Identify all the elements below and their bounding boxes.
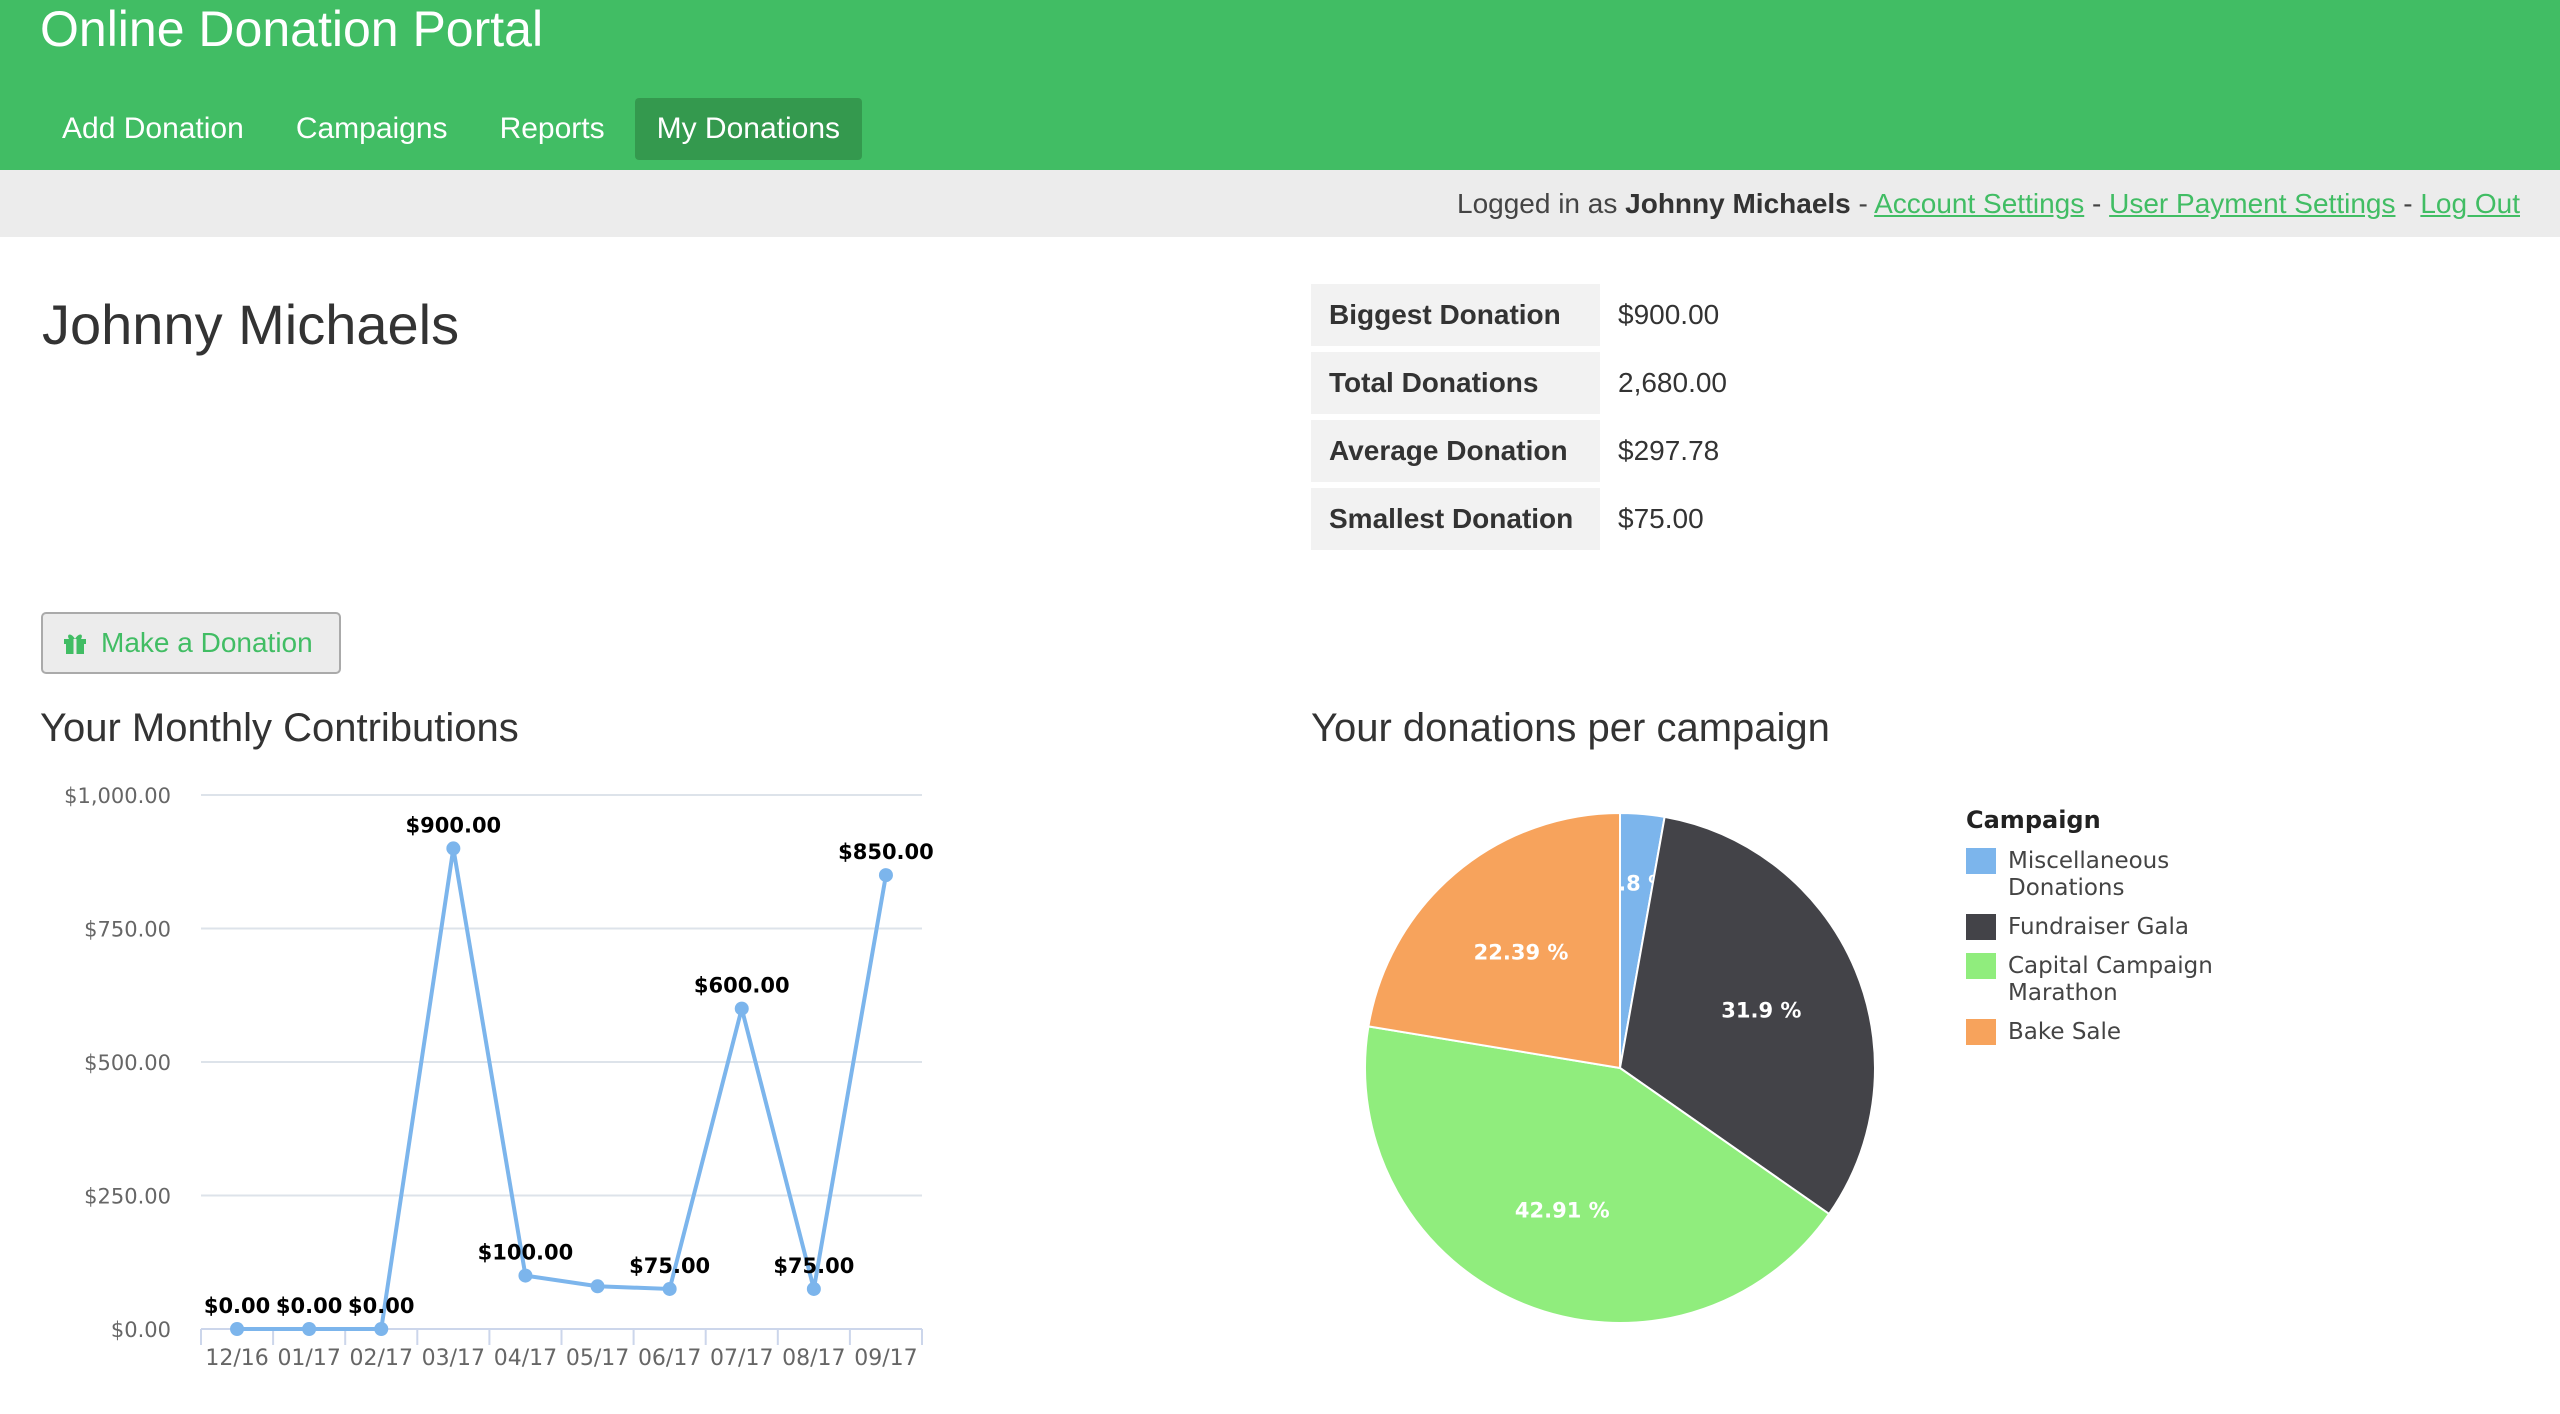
legend-label: Bake Sale [2008, 1019, 2122, 1045]
user-status: Logged in as Johnny Michaels - Account S… [1457, 170, 2520, 237]
data-point [806, 1281, 821, 1296]
data-point [446, 841, 461, 856]
slice-label: 42.91 % [1515, 1199, 1610, 1223]
data-point [662, 1281, 677, 1296]
stat-value: $297.78 [1618, 435, 1720, 466]
data-point [590, 1279, 605, 1294]
stats-table: Biggest Donation $900.00 Total Donations 2… [1311, 284, 1727, 556]
app-title: Online Donation Portal [40, 1, 544, 57]
campaign-pie-chart: 2.8 %31.9 %42.91 %22.39 % [1364, 811, 1876, 1324]
data-label: $850.00 [838, 840, 934, 864]
make-donation-button[interactable]: Make a Donation [41, 612, 341, 674]
legend-title: Campaign [1966, 806, 2101, 834]
stat-row: Biggest Donation $900.00 [1311, 284, 1727, 352]
x-tick-label: 08/17 [782, 1346, 845, 1371]
legend-swatch [1966, 953, 1996, 979]
data-label: $100.00 [478, 1241, 574, 1265]
user-payment-settings-link[interactable]: User Payment Settings [2109, 188, 2395, 219]
data-point [374, 1322, 389, 1336]
stat-row: Smallest Donation $75.00 [1311, 488, 1727, 556]
legend-label: Capital Campaign Marathon [2008, 953, 2213, 1006]
monthly-line-chart: $0.00 $250.00 $500.00 $750.00 $1,000.00 12/16… [64, 784, 934, 1371]
nav-add-donation[interactable]: Add Donation [40, 98, 266, 160]
x-tick-label: 04/17 [494, 1346, 557, 1371]
stat-value: 2,680.00 [1618, 367, 1727, 398]
legend-swatch [1966, 914, 1996, 940]
y-tick-label: $250.00 [84, 1185, 171, 1209]
make-donation-label: Make a Donation [101, 627, 313, 658]
data-point [302, 1322, 317, 1336]
separator: - [1858, 188, 1868, 219]
data-label: $0.00 [348, 1294, 414, 1318]
y-tick-label: $1,000.00 [64, 784, 171, 808]
stat-label: Smallest Donation [1311, 488, 1600, 556]
data-point [734, 1001, 749, 1016]
data-label: $75.00 [773, 1254, 854, 1278]
legend-item[interactable]: Capital Campaign Marathon [1966, 953, 2326, 1007]
stat-row: Total Donations 2,680.00 [1311, 352, 1727, 420]
x-tick-label: 03/17 [422, 1346, 485, 1371]
stat-label: Biggest Donation [1311, 284, 1600, 352]
x-tick-label: 12/16 [205, 1346, 268, 1371]
monthly-contributions-title: Your Monthly Contributions [40, 706, 519, 750]
legend-item[interactable]: Miscellaneous Donations [1966, 848, 2326, 902]
log-out-link[interactable]: Log Out [2420, 188, 2520, 219]
data-label: $75.00 [629, 1254, 710, 1278]
x-tick-label: 07/17 [710, 1346, 773, 1371]
stat-value: $900.00 [1618, 299, 1720, 330]
slice-label: 31.9 % [1721, 998, 1801, 1022]
nav-my-donations[interactable]: My Donations [634, 98, 863, 160]
legend-label: Miscellaneous Donations [2008, 848, 2170, 901]
y-tick-label: $0.00 [111, 1318, 171, 1342]
campaign-chart-title: Your donations per campaign [1311, 706, 1830, 750]
nav-campaigns[interactable]: Campaigns [274, 98, 470, 160]
data-label: $0.00 [276, 1294, 342, 1318]
x-tick-label: 02/17 [350, 1346, 413, 1371]
gift-icon [64, 634, 86, 654]
x-tick-label: 01/17 [277, 1346, 340, 1371]
data-label: $600.00 [694, 974, 790, 998]
stat-row: Average Donation $297.78 [1311, 420, 1727, 488]
data-label: $0.00 [204, 1294, 270, 1318]
data-point [230, 1322, 245, 1336]
user-bar: Logged in as Johnny Michaels - Account S… [0, 170, 2560, 237]
data-label: $900.00 [406, 813, 502, 837]
logged-in-user: Johnny Michaels [1625, 188, 1851, 219]
account-settings-link[interactable]: Account Settings [1874, 188, 2084, 219]
stat-label: Total Donations [1311, 352, 1600, 420]
stat-label: Average Donation [1311, 420, 1600, 488]
legend-item[interactable]: Bake Sale [1966, 1019, 2326, 1046]
data-point [518, 1268, 533, 1283]
x-tick-label: 09/17 [854, 1346, 917, 1371]
stat-value: $75.00 [1618, 503, 1704, 534]
legend-label: Fundraiser Gala [2008, 914, 2189, 940]
separator: - [2092, 188, 2102, 219]
nav-reports[interactable]: Reports [478, 98, 627, 160]
pie-legend: Campaign Miscellaneous Donations Fundrais… [1966, 806, 2326, 1058]
y-tick-label: $500.00 [84, 1051, 171, 1075]
x-tick-label: 06/17 [638, 1346, 701, 1371]
y-tick-label: $750.00 [84, 918, 171, 942]
main-nav: Add Donation Campaigns Reports My Donati… [40, 98, 870, 160]
data-point [878, 868, 893, 883]
logged-in-label: Logged in as [1457, 188, 1618, 219]
top-header: Online Donation Portal Add Donation Camp… [0, 0, 2560, 170]
legend-swatch [1966, 1019, 1996, 1045]
profile-name: Johnny Michaels [42, 293, 460, 356]
separator: - [2403, 188, 2413, 219]
slice-label: 22.39 % [1474, 940, 1569, 964]
x-tick-label: 05/17 [566, 1346, 629, 1371]
legend-swatch [1966, 848, 1996, 874]
legend-item[interactable]: Fundraiser Gala [1966, 914, 2326, 941]
